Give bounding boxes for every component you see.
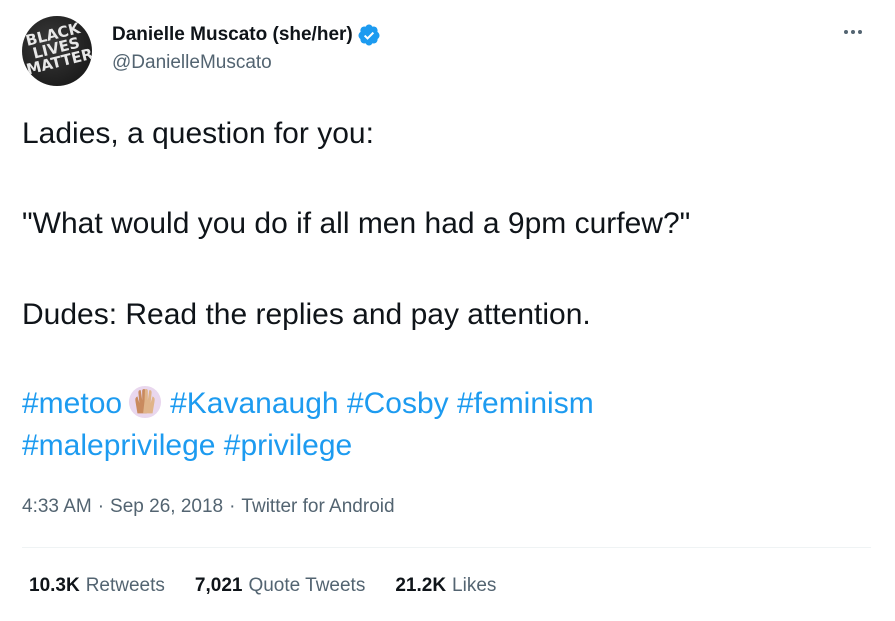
tweet-card: BLACK LIVES MATTER Danielle Muscato (she… [0,0,895,621]
divider [22,547,871,548]
hashtag-maleprivilege[interactable]: #maleprivilege [22,429,215,462]
tweet-stats: 10.3K Retweets 7,021 Quote Tweets 21.2K … [29,575,526,597]
author-handle[interactable]: @DanielleMuscato [112,52,272,74]
verified-badge-icon [358,24,380,46]
more-dot [858,30,862,34]
tweet-meta: 4:33 AM · Sep 26, 2018 · Twitter for And… [22,496,395,518]
tweet-date[interactable]: Sep 26, 2018 [110,496,223,518]
quote-tweets-stat[interactable]: 7,021 Quote Tweets [195,575,365,597]
tweet-text-line: Dudes: Read the replies and pay attentio… [22,298,591,331]
hashtag-kavanaugh[interactable]: #Kavanaugh [170,387,339,420]
tweet-hashtags: #metoo #Kavanaugh #Cosby #feminism #male… [22,383,882,467]
more-dot [851,30,855,34]
hashtag-metoo[interactable]: #metoo [22,387,122,420]
hashtag-cosby[interactable]: #Cosby [347,387,449,420]
likes-count: 21.2K [395,575,447,596]
quote-tweets-label: Quote Tweets [248,575,366,596]
avatar[interactable]: BLACK LIVES MATTER [22,16,92,86]
meta-separator: · [229,496,236,517]
author-name-row: Danielle Muscato (she/her) [112,22,381,48]
meta-separator: · [97,496,105,517]
likes-stat[interactable]: 21.2K Likes [395,575,496,597]
retweets-count: 10.3K [29,575,80,596]
tweet-text-line: "What would you do if all men had a 9pm … [22,207,691,240]
hashtag-feminism[interactable]: #feminism [457,387,594,420]
retweets-stat[interactable]: 10.3K Retweets [29,575,165,597]
tweet-source[interactable]: Twitter for Android [241,496,394,518]
avatar-text: BLACK LIVES MATTER [22,16,92,86]
retweets-label: Retweets [85,575,165,596]
tweet-time[interactable]: 4:33 AM [22,496,92,518]
raised-hands-emoji-icon [129,385,162,419]
likes-label: Likes [452,575,497,596]
tweet-text-line: Ladies, a question for you: [22,117,374,150]
quote-tweets-count: 7,021 [194,575,243,596]
more-options-icon[interactable] [838,22,868,42]
more-dot [844,30,848,34]
author-display-name[interactable]: Danielle Muscato (she/her) [112,24,353,46]
hashtag-privilege[interactable]: #privilege [224,429,352,462]
